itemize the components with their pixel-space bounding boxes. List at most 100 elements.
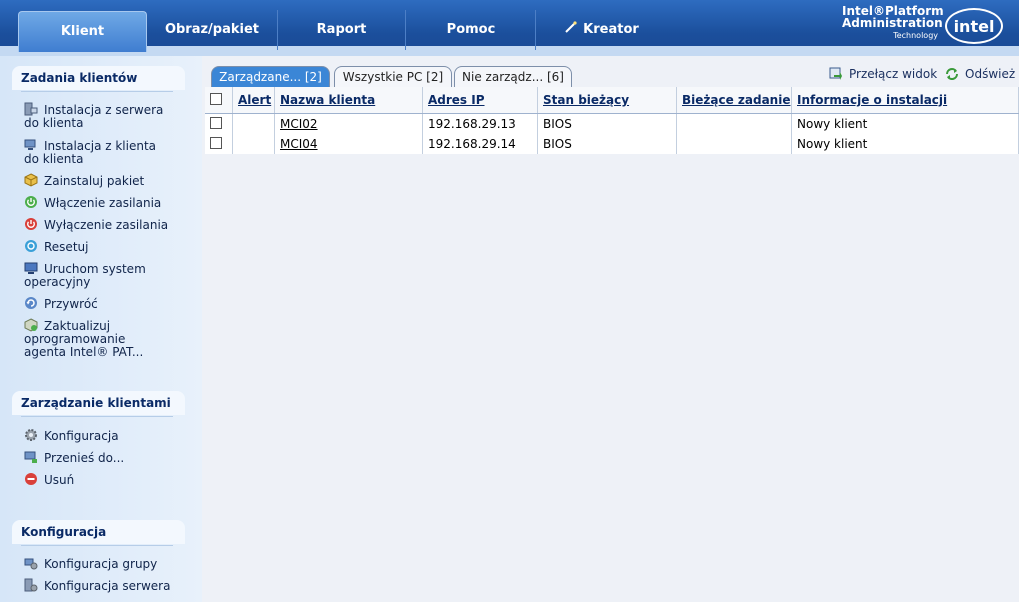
row-select-cell [205, 134, 233, 154]
header-install-info[interactable]: Informacje o instalacji [791, 87, 1019, 114]
power-off-icon [24, 217, 38, 231]
sidebar-item-power-on[interactable]: Włączenie zasilania [24, 195, 171, 210]
header-current-task[interactable]: Bieżące zadanie [676, 87, 792, 114]
sidebar-item-label: Zainstaluj pakiet [44, 174, 145, 188]
package-icon [24, 173, 38, 187]
top-nav-bar: Klient Obraz/pakiet Raport Pomoc Kreator… [0, 0, 1019, 56]
panel-title-management: Zarządzanie klientami [12, 391, 185, 417]
sidebar-item-restore[interactable]: Przywróć [24, 296, 171, 311]
row-task [676, 113, 792, 134]
table-row: MCI04 192.168.29.14 BIOS Nowy klient [205, 134, 1019, 154]
sidebar-item-configuration[interactable]: Konfiguracja [24, 428, 171, 443]
intel-logo: intel [945, 8, 1003, 44]
sidebar-item-move-to[interactable]: Przenieś do... [24, 450, 171, 465]
sidebar-item-install-server[interactable]: Instalacja z serwera do klienta [24, 102, 171, 130]
select-all-checkbox[interactable] [210, 92, 222, 105]
row-state: BIOS [537, 134, 677, 154]
main-content: Zarządzane... [2] Wszystkie PC [2] Nie z… [202, 56, 1019, 602]
update-agent-icon [24, 318, 38, 332]
sidebar-item-label: Usuń [44, 473, 75, 487]
sidebar-item-update-agent[interactable]: Zaktualizuj oprogramowanie agenta Intel®… [24, 318, 171, 359]
row-alert [232, 134, 275, 154]
brand-line-2: Administration [842, 16, 943, 30]
sidebar-item-label: Wyłączenie zasilania [44, 218, 169, 232]
select-all-header[interactable] [205, 87, 233, 114]
brand-line-3: Technology [893, 31, 938, 40]
row-alert [232, 113, 275, 134]
header-current-state[interactable]: Stan bieżący [537, 87, 677, 114]
row-checkbox[interactable] [210, 136, 222, 149]
row-checkbox[interactable] [210, 116, 222, 129]
row-info: Nowy klient [791, 134, 1019, 154]
switch-view-label: Przełącz widok [849, 67, 938, 81]
client-install-icon [24, 138, 38, 152]
sidebar-item-label: Uruchom system operacyjny [24, 262, 146, 289]
table-header-row: Alert Nazwa klienta Adres IP Stan bieżąc… [205, 87, 1019, 114]
left-sidebar: Zadania klientów Instalacja z serwera do… [0, 56, 202, 602]
wand-icon [565, 10, 577, 50]
tab-unmanaged[interactable]: Nie zarządz... [6] [454, 66, 572, 87]
header-ip-address[interactable]: Adres IP [422, 87, 538, 114]
refresh-label: Odśwież [965, 67, 1016, 81]
panel-title-config: Konfiguracja [12, 520, 185, 546]
nav-tab-kreator[interactable]: Kreator [537, 10, 667, 50]
reset-icon [24, 239, 38, 253]
product-brand: Intel®Platform Administration Technology [842, 5, 944, 42]
sidebar-item-label: Zaktualizuj oprogramowanie agenta Intel®… [24, 319, 144, 359]
sidebar-item-boot-os[interactable]: Uruchom system operacyjny [24, 261, 171, 289]
sidebar-item-label: Konfiguracja grupy [44, 557, 158, 571]
panel-title-config-label: Konfiguracja [21, 525, 107, 539]
client-name-link[interactable]: MCI04 [280, 137, 318, 151]
tab-all-pc[interactable]: Wszystkie PC [2] [334, 66, 452, 87]
server-install-icon [24, 102, 38, 116]
sidebar-item-server-config[interactable]: Konfiguracja serwera [24, 578, 171, 593]
nav-tab-klient[interactable]: Klient [18, 11, 147, 52]
nav-tab-raport[interactable]: Raport [278, 10, 406, 50]
switch-view-icon [829, 67, 843, 81]
refresh-icon [945, 67, 959, 81]
row-client-name-cell: MCI04 [274, 134, 423, 154]
row-task [676, 134, 792, 154]
sidebar-item-install-package[interactable]: Zainstaluj pakiet [24, 173, 171, 188]
sidebar-item-install-client[interactable]: Instalacja z klienta do klienta [24, 138, 171, 166]
row-ip: 192.168.29.13 [422, 113, 538, 134]
sidebar-item-label: Przenieś do... [44, 451, 125, 465]
nav-tab-pomoc[interactable]: Pomoc [407, 10, 536, 50]
sidebar-item-label: Instalacja z serwera do klienta [24, 103, 164, 130]
sidebar-item-reset[interactable]: Resetuj [24, 239, 171, 254]
group-config-icon [24, 556, 38, 570]
client-name-link[interactable]: MCI02 [280, 117, 318, 131]
row-state: BIOS [537, 113, 677, 134]
row-info: Nowy klient [791, 113, 1019, 134]
tab-managed[interactable]: Zarządzane... [2] [211, 66, 330, 87]
move-icon [24, 450, 38, 464]
sidebar-item-delete[interactable]: Usuń [24, 472, 171, 487]
clients-table: Alert Nazwa klienta Adres IP Stan bieżąc… [205, 87, 1019, 154]
header-client-name[interactable]: Nazwa klienta [274, 87, 423, 114]
switch-view-button[interactable]: Przełącz widok [829, 66, 937, 82]
header-alert[interactable]: Alert [232, 87, 275, 114]
sidebar-item-group-config[interactable]: Konfiguracja grupy [24, 556, 171, 571]
row-ip: 192.168.29.14 [422, 134, 538, 154]
sidebar-item-power-off[interactable]: Wyłączenie zasilania [24, 217, 171, 232]
boot-os-icon [24, 261, 38, 275]
panel-title-tasks-label: Zadania klientów [21, 71, 138, 85]
sidebar-item-label: Konfiguracja [44, 429, 119, 443]
restore-icon [24, 296, 38, 310]
delete-icon [24, 472, 38, 486]
power-on-icon [24, 195, 38, 209]
refresh-button[interactable]: Odśwież [945, 66, 1015, 82]
row-select-cell [205, 113, 233, 134]
gear-icon [24, 428, 38, 442]
sidebar-item-label: Instalacja z klienta do klienta [24, 139, 157, 166]
table-row: MCI02 192.168.29.13 BIOS Nowy klient [205, 113, 1019, 134]
sidebar-item-label: Przywróć [44, 297, 98, 311]
panel-title-tasks: Zadania klientów [12, 66, 185, 92]
sidebar-item-label: Resetuj [44, 240, 89, 254]
server-config-icon [24, 578, 38, 592]
nav-tab-obraz-pakiet[interactable]: Obraz/pakiet [147, 10, 278, 50]
panel-title-management-label: Zarządzanie klientami [21, 396, 171, 410]
row-client-name-cell: MCI02 [274, 113, 423, 134]
sidebar-item-label: Konfiguracja serwera [44, 579, 171, 593]
sidebar-item-label: Włączenie zasilania [44, 196, 162, 210]
